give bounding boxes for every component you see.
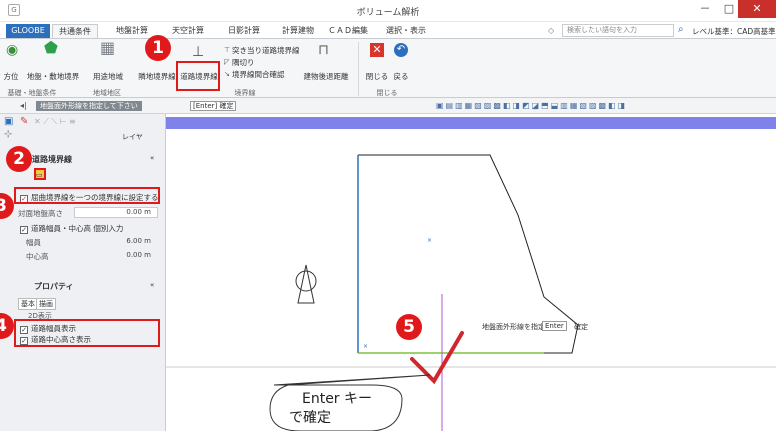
canvas-instruction: 地盤面外形線を指定 (482, 323, 545, 331)
opposite-height-field[interactable]: 0.00 m (74, 207, 158, 218)
command-prompt: 地盤面外形線を指定して下さい (36, 101, 142, 111)
layer-tool-icon[interactable]: ▣ (4, 117, 13, 127)
corner-cut-icon: ◸ (224, 58, 230, 66)
group-close-label: 閉じる (376, 89, 398, 97)
ruler-band (166, 117, 776, 129)
tab-shadow-calc[interactable]: 日影計算 (222, 24, 266, 38)
tab-gloobe[interactable]: GLOOBE (6, 24, 50, 38)
tab-basic[interactable]: 基本 (18, 298, 38, 310)
step-badge-5: 5 (396, 314, 422, 340)
title-bar: G ボリューム解析 － □ ✕ (0, 0, 776, 22)
group-basic-label: 基礎・地盤条件 (7, 89, 57, 97)
properties-collapse-icon[interactable]: « (150, 281, 154, 289)
help-icon[interactable]: ◇ (548, 26, 554, 36)
width-center-label: 道路幅員・中心高 個別入力 (31, 224, 124, 233)
tab-common-conditions[interactable]: 共通条件 (52, 24, 98, 38)
window-title: ボリューム解析 (356, 8, 420, 18)
tab-ground-calc[interactable]: 地盤計算 (110, 24, 154, 38)
site-drawing: × × (166, 154, 776, 432)
step-badge-2: 2 (6, 146, 32, 172)
corner-cut-button[interactable]: 隅切り (232, 57, 255, 68)
search-icon[interactable]: ⌕ (678, 24, 684, 35)
tab-calc-building[interactable]: 計算建物 (276, 24, 320, 38)
close-window-button[interactable]: ✕ (738, 0, 776, 18)
direction-button[interactable]: 方位 (2, 71, 20, 82)
step-badge-1: 1 (145, 35, 171, 61)
deadend-road-button[interactable]: 突き当り道路境界線 (232, 45, 300, 56)
bubble-line-1: Enter キー (301, 391, 373, 407)
bubble-line-2: で確定 (289, 410, 331, 426)
group-boundary-label: 境界線 (234, 89, 256, 97)
setback-button[interactable]: 建物後退距離 (298, 71, 354, 82)
width-field[interactable]: 6.00 m (74, 236, 158, 247)
tab-draw[interactable]: 描画 (36, 298, 56, 310)
zone-building-icon: ▦ (100, 38, 116, 57)
properties-title: プロパティ (34, 282, 74, 291)
use-zone-button[interactable]: 用途地域 (88, 71, 128, 82)
marker-x2-icon: × (363, 343, 368, 350)
canvas-confirm-label: 確定 (574, 323, 588, 331)
enter-confirm-button[interactable]: [Enter] 確定 (190, 101, 237, 111)
center-height-field[interactable]: 0.00 m (74, 250, 158, 261)
compass-icon: ◉ (6, 42, 19, 58)
close-button[interactable]: 閉じる (364, 71, 390, 82)
boundary-check-button[interactable]: 境界線間合確認 (232, 69, 285, 80)
adjacent-boundary-button[interactable]: 隣地境界線 (136, 71, 178, 82)
center-height-label: 中心高 (26, 252, 49, 261)
width-center-checkbox[interactable]: ✓ 道路幅員・中心高 個別入力 (20, 223, 123, 234)
view-toolbar-icons[interactable]: ▣▤▥▦▧▨▩◧◨◩◪⬒⬓▥▦▧▨▩◧◨ (436, 101, 627, 111)
marker-x-icon: × (427, 237, 432, 244)
group-zone-label: 地域地区 (93, 89, 121, 97)
road-boundary-highlight (176, 61, 220, 91)
site-button[interactable]: 地盤・敷地境界 (22, 71, 84, 82)
road-panel-title: 道路境界線 (32, 155, 72, 164)
back-button[interactable]: 戻る (390, 71, 412, 82)
curve-checkbox-highlight (14, 187, 160, 204)
boundary-check-icon: ↘ (224, 70, 230, 78)
deadend-icon: ⊤ (224, 46, 231, 54)
ribbon-separator (358, 42, 359, 96)
collapse-icon[interactable]: « (150, 154, 154, 162)
ribbon: ◉ 方位 ⬟ 地盤・敷地境界 ▦ 用途地域 ▬ 隣地境界線 ⊥ 道路境界線 ⊤ … (0, 38, 776, 98)
tab-sky-calc[interactable]: 天空計算 (166, 24, 210, 38)
disabled-tools-icon: ✕ ⟋ ⟍ ⊢ ≡ (34, 117, 76, 126)
road-type-icon[interactable]: ▭ (34, 168, 46, 180)
layer-button[interactable]: レイヤ (122, 132, 143, 142)
minimize-button[interactable]: － (692, 0, 718, 18)
close-icon: ✕ (370, 43, 384, 57)
level-base-label: レベル基準：CAD高基準 (692, 27, 776, 36)
tab-cad-edit[interactable]: ＣＡＤ編集 (322, 24, 374, 38)
edit-tool-icon[interactable]: ✎ (20, 117, 28, 127)
display-options-highlight (14, 319, 160, 347)
width-label: 幅員 (26, 238, 41, 247)
tab-select-display[interactable]: 選択・表示 (380, 24, 432, 38)
search-input[interactable]: 検索したい語句を入力 (562, 24, 674, 37)
setback-icon: ⊓ (318, 42, 329, 58)
move-icon[interactable]: ⊹ (4, 130, 12, 140)
pin-icon[interactable]: ◂| (20, 101, 27, 111)
north-circle-icon (295, 270, 317, 292)
road-boundary-icon: ⊥ (192, 44, 205, 60)
opposite-height-label: 対面地盤高さ (18, 209, 63, 218)
drawing-canvas[interactable]: × × 地盤面外形線を指定 Enter 確定 Enter キー で確定 (166, 129, 776, 432)
site-icon: ⬟ (44, 38, 58, 57)
back-arrow-icon: ↶ (394, 43, 408, 57)
canvas-enter-key[interactable]: Enter (542, 321, 567, 331)
confirm-check-mark (410, 331, 464, 385)
